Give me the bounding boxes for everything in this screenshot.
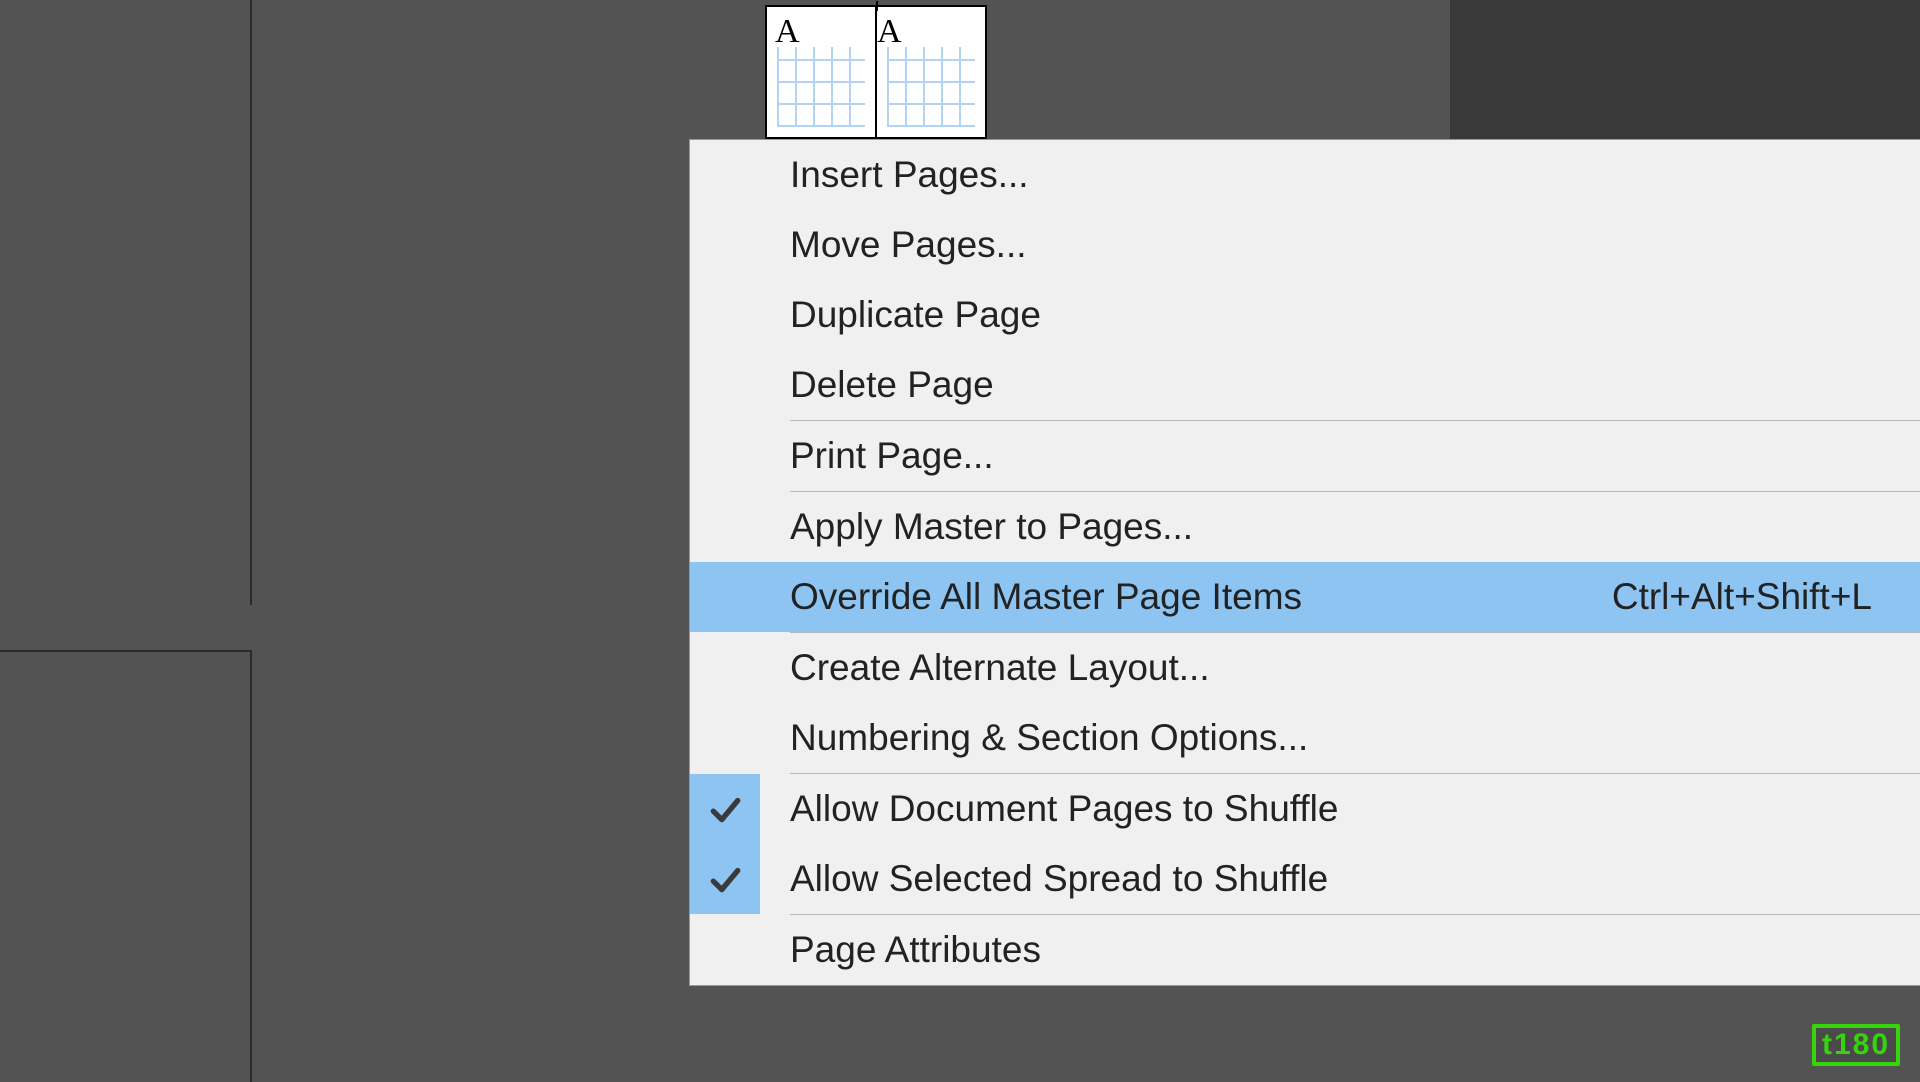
check-icon [690, 140, 760, 210]
master-prefix-right: A [877, 13, 902, 51]
page-left[interactable]: A [767, 7, 875, 137]
menu-item-move-pages[interactable]: Move Pages... [690, 210, 1920, 280]
check-icon [690, 774, 760, 844]
menu-item-duplicate-page[interactable]: Duplicate Page [690, 280, 1920, 350]
menu-item-label: Move Pages... [790, 224, 1027, 266]
check-icon [690, 562, 760, 632]
check-icon [690, 210, 760, 280]
pages-context-menu: Insert Pages... Move Pages... Duplicate Pa… [690, 140, 1920, 985]
menu-item-shortcut: Ctrl+Alt+Shift+L [1612, 576, 1872, 618]
menu-item-page-attributes[interactable]: Page Attributes [690, 915, 1920, 985]
menu-item-label: Page Attributes [790, 929, 1041, 971]
panel-background [1450, 0, 1920, 140]
master-prefix-left: A [775, 13, 800, 51]
menu-item-numbering-options[interactable]: Numbering & Section Options... [690, 703, 1920, 773]
menu-item-label: Numbering & Section Options... [790, 717, 1308, 759]
menu-item-create-alt-layout[interactable]: Create Alternate Layout... [690, 633, 1920, 703]
menu-item-label: Create Alternate Layout... [790, 647, 1210, 689]
menu-item-print-page[interactable]: Print Page... [690, 421, 1920, 491]
page-spread-thumbnail[interactable]: A A [765, 5, 987, 139]
master-item-overlay [777, 47, 865, 127]
check-icon [690, 421, 760, 491]
menu-item-label: Print Page... [790, 435, 994, 477]
menu-item-allow-doc-shuffle[interactable]: Allow Document Pages to Shuffle [690, 774, 1920, 844]
menu-item-delete-page[interactable]: Delete Page [690, 350, 1920, 420]
check-icon [690, 703, 760, 773]
menu-item-allow-spread-shuffle[interactable]: Allow Selected Spread to Shuffle [690, 844, 1920, 914]
check-icon [690, 633, 760, 703]
check-icon [690, 280, 760, 350]
check-icon [690, 350, 760, 420]
page-right[interactable]: A [875, 7, 985, 137]
menu-item-label: Allow Selected Spread to Shuffle [790, 858, 1328, 900]
menu-item-label: Duplicate Page [790, 294, 1041, 336]
menu-item-override-master[interactable]: Override All Master Page Items Ctrl+Alt+S… [690, 562, 1920, 632]
check-icon [690, 844, 760, 914]
menu-item-label: Allow Document Pages to Shuffle [790, 788, 1338, 830]
master-item-overlay [887, 47, 975, 127]
spine-marker [876, 1, 878, 11]
menu-item-apply-master[interactable]: Apply Master to Pages... [690, 492, 1920, 562]
menu-item-label: Override All Master Page Items [790, 576, 1302, 618]
watermark: t180 [1812, 1024, 1900, 1066]
menu-item-label: Apply Master to Pages... [790, 506, 1193, 548]
menu-item-label: Delete Page [790, 364, 994, 406]
check-icon [690, 915, 760, 985]
check-icon [690, 492, 760, 562]
menu-item-insert-pages[interactable]: Insert Pages... [690, 140, 1920, 210]
menu-item-label: Insert Pages... [790, 154, 1029, 196]
